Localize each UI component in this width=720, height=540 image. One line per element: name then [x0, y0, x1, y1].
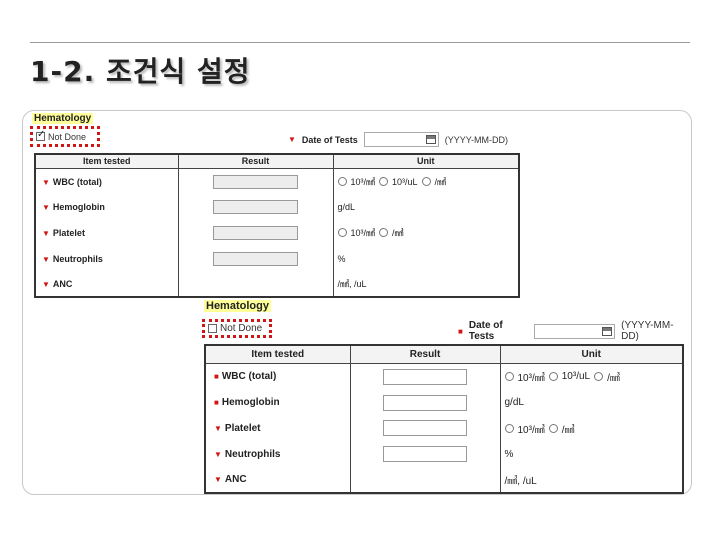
- item-label: ANC: [224, 474, 247, 486]
- unit-option: 10³/㎣: [517, 373, 545, 385]
- item-label: WBC (total): [221, 371, 277, 383]
- unit-option: 10³/㎣: [350, 177, 376, 188]
- unit-radio[interactable]: [421, 177, 431, 187]
- unit-radio[interactable]: [379, 177, 389, 187]
- result-input[interactable]: [383, 446, 467, 463]
- required-marker-icon: ▼: [42, 203, 50, 213]
- table-row: ■ WBC (total) 10³/㎣ 10³/uL /㎣: [205, 363, 683, 390]
- unit-radio[interactable]: [337, 177, 347, 187]
- unit-text: g/dL: [337, 202, 356, 213]
- result-input[interactable]: [383, 420, 467, 437]
- unit-radio[interactable]: [594, 372, 604, 382]
- calendar-icon[interactable]: [602, 326, 613, 336]
- item-label: Hemoglobin: [221, 397, 280, 409]
- required-marker-icon: ■: [458, 326, 463, 336]
- required-marker-icon: ▼: [42, 177, 50, 187]
- result-input[interactable]: [383, 368, 467, 385]
- section-label: Hematology: [32, 113, 94, 124]
- unit-radio[interactable]: [548, 423, 558, 433]
- required-marker-icon: ■: [214, 398, 219, 408]
- column-header-unit: Unit: [499, 344, 684, 364]
- table-row: ▼ WBC (total) 10³/㎣ 10³/uL /㎣: [35, 168, 519, 195]
- hematology-panel-checked: Hematology Not Done ▼ Date of Tests (YYY…: [30, 113, 520, 298]
- required-marker-icon: ▼: [214, 423, 222, 433]
- unit-radio[interactable]: [504, 372, 514, 382]
- item-label: WBC (total): [52, 176, 102, 187]
- table-row: ▼ Neutrophils %: [205, 441, 683, 468]
- required-marker-icon: ▼: [42, 279, 50, 289]
- item-label: ANC: [52, 278, 73, 289]
- unit-text: /㎣, /uL: [504, 476, 537, 488]
- required-marker-icon: ▼: [42, 228, 50, 238]
- result-input[interactable]: [213, 200, 298, 215]
- not-done-highlight: Not Done: [202, 319, 272, 338]
- date-of-tests-label: Date of Tests: [468, 320, 503, 342]
- unit-radio[interactable]: [379, 228, 389, 238]
- date-of-tests-label: Date of Tests: [301, 134, 358, 145]
- not-done-highlight: Not Done: [30, 126, 100, 147]
- date-of-tests-input[interactable]: [363, 132, 439, 147]
- not-done-label: Not Done: [220, 323, 263, 334]
- required-marker-icon: ▼: [214, 475, 222, 485]
- column-header-unit: Unit: [332, 153, 520, 169]
- date-format-hint: (YYYY-MM-DD): [444, 134, 508, 145]
- date-of-tests-row: ▼ Date of Tests (YYYY-MM-DD): [288, 132, 508, 147]
- section-label: Hematology: [204, 300, 271, 312]
- not-done-checkbox[interactable]: [36, 129, 45, 141]
- item-label: Platelet: [224, 422, 261, 434]
- unit-text: g/dL: [504, 397, 524, 409]
- tests-table: Item tested Result Unit ■ WBC (total) 10³…: [204, 344, 684, 494]
- table-row: ▼ Neutrophils %: [35, 245, 519, 272]
- column-header-item: Item tested: [34, 153, 179, 169]
- unit-option: 10³/uL: [561, 371, 591, 383]
- unit-radio[interactable]: [337, 228, 347, 238]
- unit-option: 10³/㎣: [350, 228, 376, 239]
- date-of-tests-row: ■ Date of Tests (YYYY-MM-DD): [458, 320, 688, 342]
- unit-option: /㎣: [561, 424, 575, 436]
- tests-table: Item tested Result Unit ▼ WBC (total) 10³…: [34, 153, 520, 298]
- table-row: ▼ Platelet 10³/㎣ /㎣: [35, 220, 519, 246]
- table-row: ▼ ANC /㎣, /uL: [205, 467, 683, 493]
- hematology-panel-unchecked: Hematology Not Done ■ Date of Tests (YYY…: [200, 300, 688, 494]
- table-row: ▼ ANC /㎣, /uL: [35, 271, 519, 297]
- date-of-tests-input[interactable]: [534, 323, 616, 339]
- calendar-icon[interactable]: [425, 135, 436, 144]
- required-marker-icon: ▼: [288, 135, 296, 144]
- unit-option: /㎣: [607, 373, 620, 385]
- result-input[interactable]: [213, 251, 298, 266]
- required-marker-icon: ▼: [42, 254, 50, 264]
- item-label: Neutrophils: [52, 253, 103, 264]
- item-label: Neutrophils: [224, 448, 281, 460]
- unit-text: /㎣, /uL: [337, 279, 367, 290]
- result-input[interactable]: [383, 394, 467, 411]
- column-header-item: Item tested: [204, 344, 351, 364]
- item-label: Platelet: [52, 227, 85, 238]
- required-marker-icon: ■: [214, 372, 219, 382]
- item-label: Hemoglobin: [52, 202, 105, 213]
- required-marker-icon: ▼: [214, 449, 222, 459]
- unit-text: %: [337, 253, 346, 264]
- table-row: ■ Hemoglobin g/dL: [205, 389, 683, 416]
- date-format-hint: (YYYY-MM-DD): [621, 320, 674, 342]
- column-header-result: Result: [177, 153, 334, 169]
- title-divider: [30, 42, 690, 43]
- unit-option: 10³/uL: [392, 176, 418, 187]
- table-row: ▼ Platelet 10³/㎣ /㎣: [205, 415, 683, 442]
- slide-title: 1-2. 조건식 설정: [30, 55, 251, 88]
- unit-radio[interactable]: [504, 423, 514, 433]
- result-input[interactable]: [213, 174, 298, 189]
- unit-option: 10³/㎣: [517, 424, 545, 436]
- column-header-result: Result: [349, 344, 501, 364]
- not-done-checkbox[interactable]: [208, 324, 217, 333]
- unit-option: /㎣: [392, 228, 404, 239]
- unit-radio[interactable]: [548, 372, 558, 382]
- table-row: ▼ Hemoglobin g/dL: [35, 194, 519, 221]
- result-input[interactable]: [213, 225, 298, 240]
- not-done-label: Not Done: [48, 131, 87, 142]
- unit-text: %: [504, 448, 514, 460]
- unit-option: /㎣: [434, 177, 447, 188]
